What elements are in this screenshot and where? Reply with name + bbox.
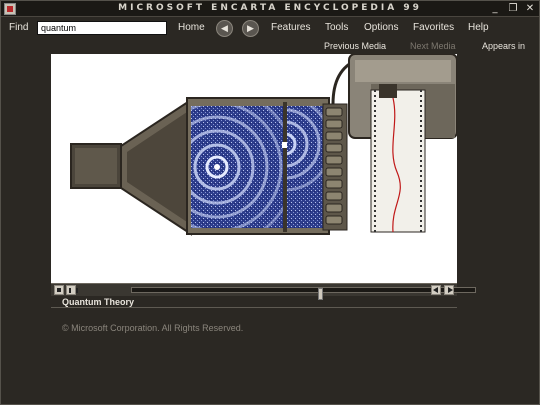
close-button[interactable]: ✕	[523, 3, 537, 15]
forward-arrow-icon[interactable]: ▶	[242, 20, 259, 37]
media-caption: Quantum Theory	[62, 297, 135, 307]
features-menu[interactable]: Features	[271, 22, 310, 33]
search-input[interactable]	[37, 21, 167, 35]
tools-menu[interactable]: Tools	[325, 22, 348, 33]
media-progress-thumb[interactable]	[318, 288, 323, 300]
menu-bar: Find Home ◀ ▶ Features Tools Options Fav…	[1, 18, 539, 39]
rewind-icon[interactable]	[431, 285, 441, 295]
encarta-window: MICROSOFT ENCARTA ENCYCLOPEDIA 99 _ ❐ ✕ …	[0, 0, 540, 405]
media-player-controls	[51, 283, 476, 300]
stop-icon[interactable]	[54, 285, 64, 295]
find-label[interactable]: Find	[9, 22, 28, 33]
media-progress-track[interactable]	[131, 287, 476, 300]
restore-button[interactable]: ❐	[506, 3, 520, 15]
media-viewport[interactable]	[51, 54, 457, 284]
home-button[interactable]: Home	[178, 22, 205, 33]
title-bar: MICROSOFT ENCARTA ENCYCLOPEDIA 99 _ ❐ ✕	[1, 1, 539, 17]
favorites-menu[interactable]: Favorites	[413, 22, 454, 33]
back-arrow-icon[interactable]: ◀	[216, 20, 233, 37]
fast-forward-icon[interactable]	[444, 285, 454, 295]
quantum-apparatus-illustration	[70, 54, 457, 236]
next-media-link[interactable]: Next Media	[410, 41, 456, 51]
help-menu[interactable]: Help	[468, 22, 489, 33]
copyright-notice: © Microsoft Corporation. All Rights Rese…	[62, 323, 244, 333]
minimize-button[interactable]: _	[488, 3, 502, 15]
appears-in-link[interactable]: Appears in	[482, 41, 525, 51]
divider	[51, 307, 457, 308]
window-title: MICROSOFT ENCARTA ENCYCLOPEDIA 99	[118, 3, 422, 13]
options-menu[interactable]: Options	[364, 22, 398, 33]
pause-icon[interactable]	[66, 285, 78, 295]
previous-media-link[interactable]: Previous Media	[324, 41, 386, 51]
